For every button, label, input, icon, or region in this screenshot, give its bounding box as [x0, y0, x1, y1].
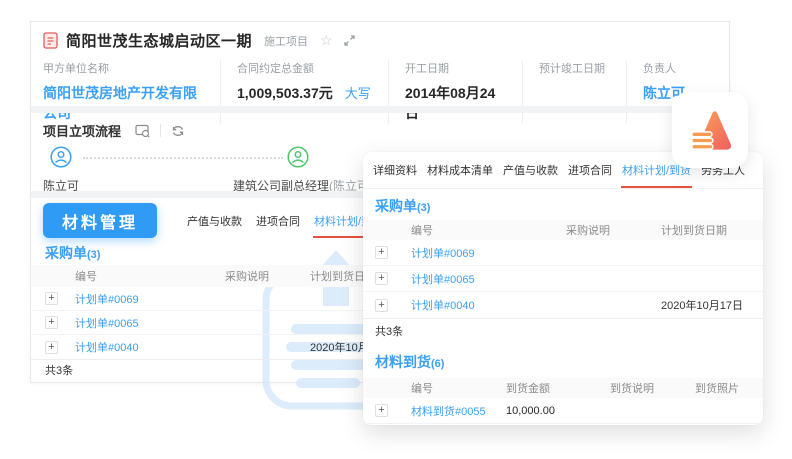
field-contract-amount: 合同约定总金额 1,009,503.37元大写 [237, 60, 389, 123]
tab-output-and-receipts[interactable]: 产值与收款 [503, 162, 558, 178]
expand-row-button[interactable]: + [375, 299, 388, 312]
contract-amount-value: 1,009,503.37元 [237, 83, 333, 103]
section-divider [31, 106, 729, 113]
workflow-preview-icon[interactable] [135, 124, 150, 138]
favorite-star-icon[interactable]: ☆ [320, 32, 333, 49]
arrival-order-link[interactable]: 材料到货#0055 [411, 403, 506, 419]
project-title: 简阳世茂生态城启动区一期 [66, 30, 252, 51]
expand-row-button[interactable]: + [375, 404, 388, 417]
purchase-section-title: 采购单(3) [45, 243, 100, 263]
project-summary-fields: 甲方单位名称 简阳世茂房地产开发有限公司 合同约定总金额 1,009,503.3… [43, 60, 729, 123]
field-planned-completion-date: 预计竣工日期 [539, 60, 627, 123]
refresh-icon[interactable] [171, 124, 185, 138]
plan-order-link[interactable]: 计划单#0065 [75, 315, 225, 331]
plan-order-link[interactable]: 计划单#0040 [411, 297, 566, 313]
material-management-button[interactable]: 材料管理 [43, 203, 157, 238]
expand-row-button[interactable]: + [375, 246, 388, 259]
table-row[interactable]: + 计划单#0040 2020年10月17日 [363, 292, 763, 318]
plan-order-link[interactable]: 计划单#0040 [75, 339, 225, 355]
planned-completion-value [539, 83, 610, 99]
table-row[interactable]: + 计划单#0065 [363, 266, 763, 292]
user-avatar-icon [287, 146, 309, 168]
field-owner-company: 甲方单位名称 简阳世茂房地产开发有限公司 [43, 60, 221, 123]
plan-order-link[interactable]: 计划单#0069 [75, 291, 225, 307]
flow-step-approver[interactable]: 建筑公司副总经理(陈立可) [233, 146, 363, 194]
project-type-badge: 施工项目 [264, 33, 308, 49]
table-row[interactable]: + 计划单#0069 [363, 240, 763, 266]
start-date-value: 2014年08月24日 [405, 83, 506, 123]
tab-output-and-receipts[interactable]: 产值与收款 [187, 213, 242, 229]
purchase-table: 编号 采购说明 计划到货日期 + 计划单#0069 + 计划单#0065 + 计… [363, 220, 763, 345]
fullscreen-expand-icon[interactable] [343, 34, 356, 47]
app-logo [672, 92, 748, 168]
expand-row-button[interactable]: + [45, 316, 58, 329]
expand-row-button[interactable]: + [45, 292, 58, 305]
approval-flow-steps: 陈立可 建筑公司副总经理(陈立可) [43, 146, 389, 190]
divider [160, 124, 161, 137]
table-row[interactable]: + 材料到货#0055 10,000.00 [363, 398, 763, 424]
flow-step-initiator[interactable]: 陈立可 [43, 146, 79, 194]
arrival-table: 编号 到货金额 到货说明 到货照片 + 材料到货#0055 10,000.00 [363, 378, 763, 424]
table-header-row: 编号 到货金额 到货说明 到货照片 [363, 378, 763, 398]
plan-order-link[interactable]: 计划单#0069 [411, 245, 566, 261]
cone-logo-icon [687, 107, 733, 153]
purchase-section-title: 采购单(3) [375, 196, 430, 216]
arrival-section-title: 材料到货(6) [375, 352, 444, 372]
material-plan-arrival-panel: 详细资料 材料成本清单 产值与收款 进项合同 材料计划/到货 劳务工人 采购单(… [363, 152, 763, 425]
approval-flow-title: 项目立项流程 [43, 121, 121, 140]
window-title-row: 简阳世茂生态城启动区一期 施工项目 ☆ [43, 30, 356, 51]
amount-in-words-link[interactable]: 大写 [345, 83, 371, 102]
tab-incoming-contracts[interactable]: 进项合同 [568, 162, 612, 178]
table-header-row: 编号 采购说明 计划到货日期 [363, 220, 763, 240]
arrival-amount: 10,000.00 [506, 405, 610, 417]
field-start-date: 开工日期 2014年08月24日 [405, 60, 523, 123]
table-footer-count: 共3条 [363, 319, 763, 345]
user-avatar-icon [50, 146, 72, 168]
expand-row-button[interactable]: + [375, 272, 388, 285]
owner-company-link[interactable]: 简阳世茂房地产开发有限公司 [43, 83, 204, 123]
document-icon [43, 32, 58, 49]
plan-order-link[interactable]: 计划单#0065 [411, 271, 566, 287]
tab-incoming-contracts[interactable]: 进项合同 [256, 213, 300, 229]
tab-material-cost-list[interactable]: 材料成本清单 [427, 162, 493, 178]
expand-row-button[interactable]: + [45, 341, 58, 354]
approval-flow-header: 项目立项流程 [43, 121, 185, 140]
tab-details[interactable]: 详细资料 [373, 162, 417, 178]
